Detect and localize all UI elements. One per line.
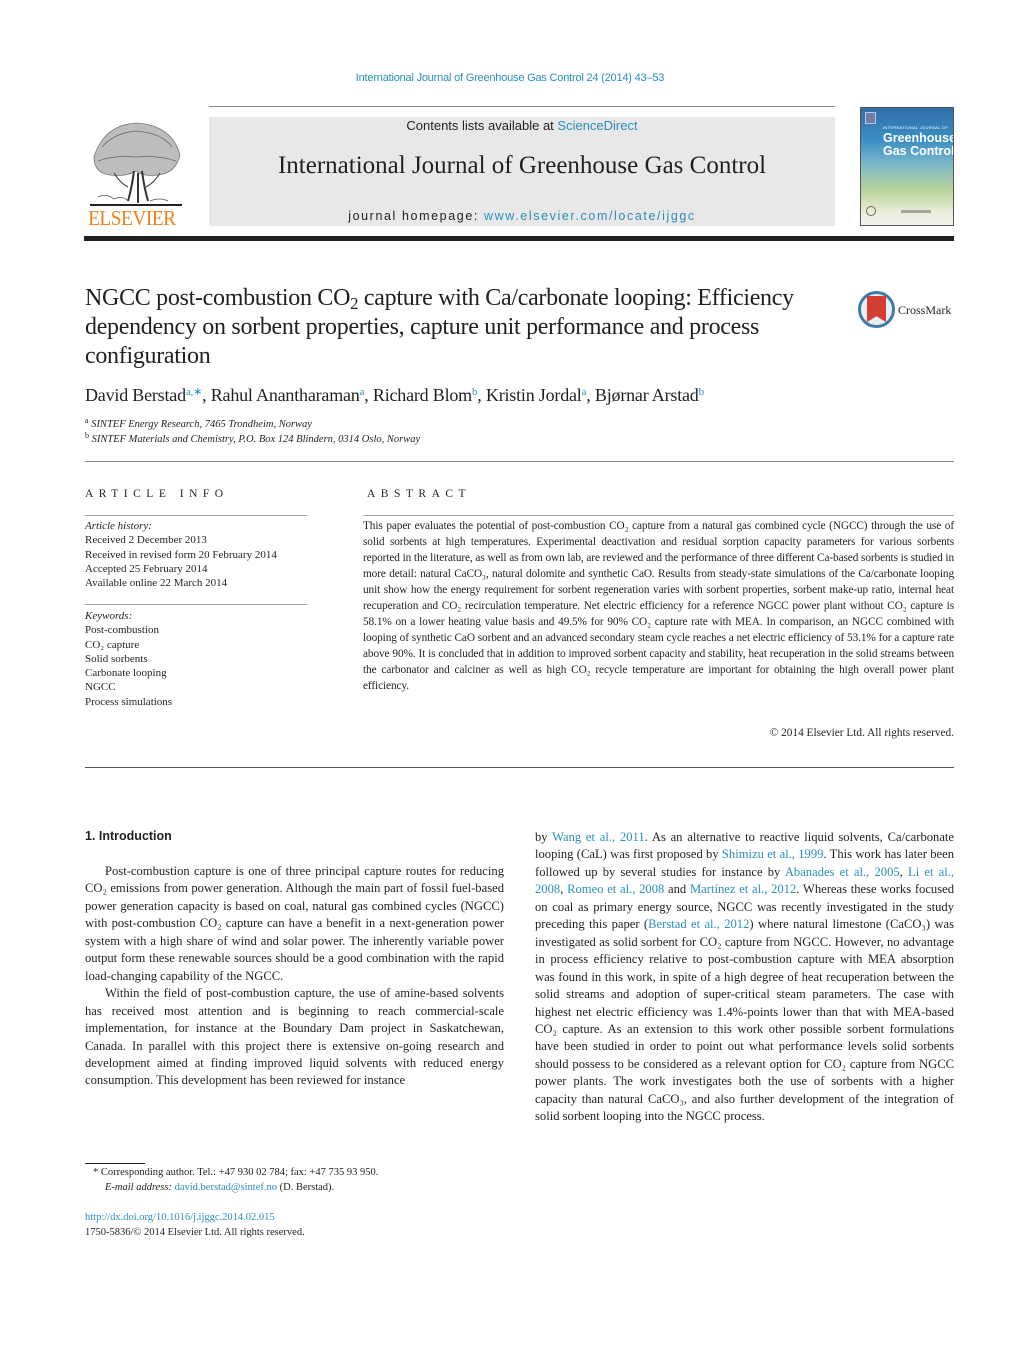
abstract-body: This paper evaluates the potential of po… [363,520,954,692]
divider [209,106,835,107]
keyword-item: CO₂ capture [85,638,140,651]
abstract-copyright: © 2014 Elsevier Ltd. All rights reserved… [769,727,954,739]
keywords-label: Keywords: [85,610,133,622]
cover-footer-mark [901,210,931,213]
elsevier-wordmark: ELSEVIER [88,206,176,230]
email-link[interactable]: david.berstad@sintef.no [175,1182,277,1193]
divider [85,461,954,462]
crossmark-button[interactable]: CrossMark [858,291,958,331]
journal-homepage-link[interactable]: www.elsevier.com/locate/ijggc [484,209,696,223]
body-text: , [899,864,908,879]
cover-caption: INTERNATIONAL JOURNAL OF [883,125,949,130]
body-paragraph: by Wang et al., 2011. As an alternative … [535,829,954,1126]
corresponding-author-footnote: * Corresponding author. Tel.: +47 930 02… [85,1166,525,1195]
affiliations: a SINTEF Energy Research, 7465 Trondheim… [85,416,955,448]
author-name[interactable]: Bjørnar Arstad [595,385,699,405]
journal-cover-thumbnail[interactable]: INTERNATIONAL JOURNAL OF Greenhouse Gas … [860,107,954,226]
body-text: by [535,830,553,844]
keyword-item: Solid sorbents [85,652,148,665]
article-info-heading: ARTICLE INFO [85,488,229,500]
article-history: Article history: Received 2 December 201… [85,519,315,590]
body-column-right: by Wang et al., 2011. As an alternative … [535,829,954,1126]
abstract-heading: ABSTRACT [367,488,472,500]
history-item: Available online 22 March 2014 [85,577,228,590]
crossmark-label: CrossMark [898,303,952,317]
author-name[interactable]: Kristin Jordal [486,385,582,405]
footnote-line: E-mail address: david.berstad@sintef.no … [85,1181,525,1196]
affiliation-text: SINTEF Materials and Chemistry, P.O. Box… [91,433,421,445]
journal-homepage-line: journal homepage: www.elsevier.com/locat… [209,209,835,223]
body-paragraph: Within the field of post-combustion capt… [85,986,504,1088]
affiliation-text: SINTEF Energy Research, 7465 Trondheim, … [91,419,312,430]
citation-link[interactable]: Romeo et al., 2008 [567,882,664,896]
footnote-text: (D. Berstad). [277,1181,335,1193]
sciencedirect-link[interactable]: ScienceDirect [557,118,637,133]
title-subscript: 2 [350,294,359,314]
footnote-text: Corresponding author. Tel.: +47 930 02 7… [98,1167,379,1178]
affiliation-key: b [85,430,89,440]
divider [85,515,307,516]
running-head[interactable]: International Journal of Greenhouse Gas … [0,72,1020,84]
body-paragraph: Post-combustion capture is one of three … [85,864,504,983]
keywords: Keywords: Post-combustion CO₂ capture So… [85,609,315,709]
citation-link[interactable]: Abanades et al., 2005 [785,865,900,879]
body-text: and [664,882,690,897]
contents-line: Contents lists available at ScienceDirec… [209,118,835,133]
keyword-item: NGCC [85,681,116,694]
history-item: Received in revised form 20 February 201… [85,548,277,561]
citation-link[interactable]: Martínez et al., 2012 [690,882,796,896]
author-name[interactable]: Rahul Anantharaman [211,385,360,405]
divider [85,767,954,768]
cover-badge-icon [865,112,876,124]
citation-link[interactable]: Shimizu et al., 1999 [722,847,824,861]
history-item: Received 2 December 2013 [85,534,207,547]
article-title: NGCC post-combustion CO2 capture with Ca… [85,284,845,371]
homepage-prefix: journal homepage: [348,209,485,223]
citation-link[interactable]: Wang et al., 2011 [552,830,645,844]
keyword-item: Carbonate looping [85,667,167,680]
cover-seal-icon [866,206,876,216]
author-affiliation-marker[interactable]: b [472,386,478,398]
citation-link[interactable]: Berstad et al., 2012 [648,917,749,931]
section-heading-introduction: 1. Introduction [85,829,172,843]
keyword-item: Post-combustion [85,624,159,637]
issn-line: 1750-5836/© 2014 Elsevier Ltd. All right… [85,1226,305,1238]
footnote-rule [85,1163,145,1164]
cover-title: Greenhouse Gas Control [883,132,954,158]
contents-prefix: Contents lists available at [406,118,558,133]
author-name[interactable]: Richard Blom [373,385,472,405]
author-affiliation-marker[interactable]: b [699,386,705,398]
doi-block: http://dx.doi.org/10.1016/j.ijggc.2014.0… [85,1211,525,1240]
title-text-1: NGCC post-combustion CO [85,285,351,311]
email-label: E-mail address: [105,1181,175,1193]
divider [363,515,954,516]
masthead-rule [84,236,954,241]
divider [85,604,307,605]
affiliation-item: b SINTEF Materials and Chemistry, P.O. B… [85,430,955,448]
history-item: Accepted 25 February 2014 [85,562,208,575]
affiliation-item: a SINTEF Energy Research, 7465 Trondheim… [85,416,955,433]
cover-title-line2: Gas Control [883,144,954,158]
keyword-item: Process simulations [85,695,173,708]
author-list: David Berstada,∗, Rahul Anantharamana, R… [85,385,705,405]
footnote-line: * Corresponding author. Tel.: +47 930 02… [85,1166,525,1181]
doi-link[interactable]: http://dx.doi.org/10.1016/j.ijggc.2014.0… [85,1211,525,1226]
body-column-left: Post-combustion capture is one of three … [85,863,504,1090]
journal-title: International Journal of Greenhouse Gas … [277,152,767,179]
history-label: Article history: [85,520,152,532]
author-affiliation-marker[interactable]: a,∗ [186,386,202,398]
tree-icon [90,122,182,206]
body-text: ) where natural limestone (CaCO₃) was in… [535,917,955,1124]
affiliation-key: a [85,416,89,425]
author-name[interactable]: David Berstad [85,385,186,405]
author-affiliation-marker[interactable]: a [582,386,587,398]
author-affiliation-marker[interactable]: a [360,386,365,398]
